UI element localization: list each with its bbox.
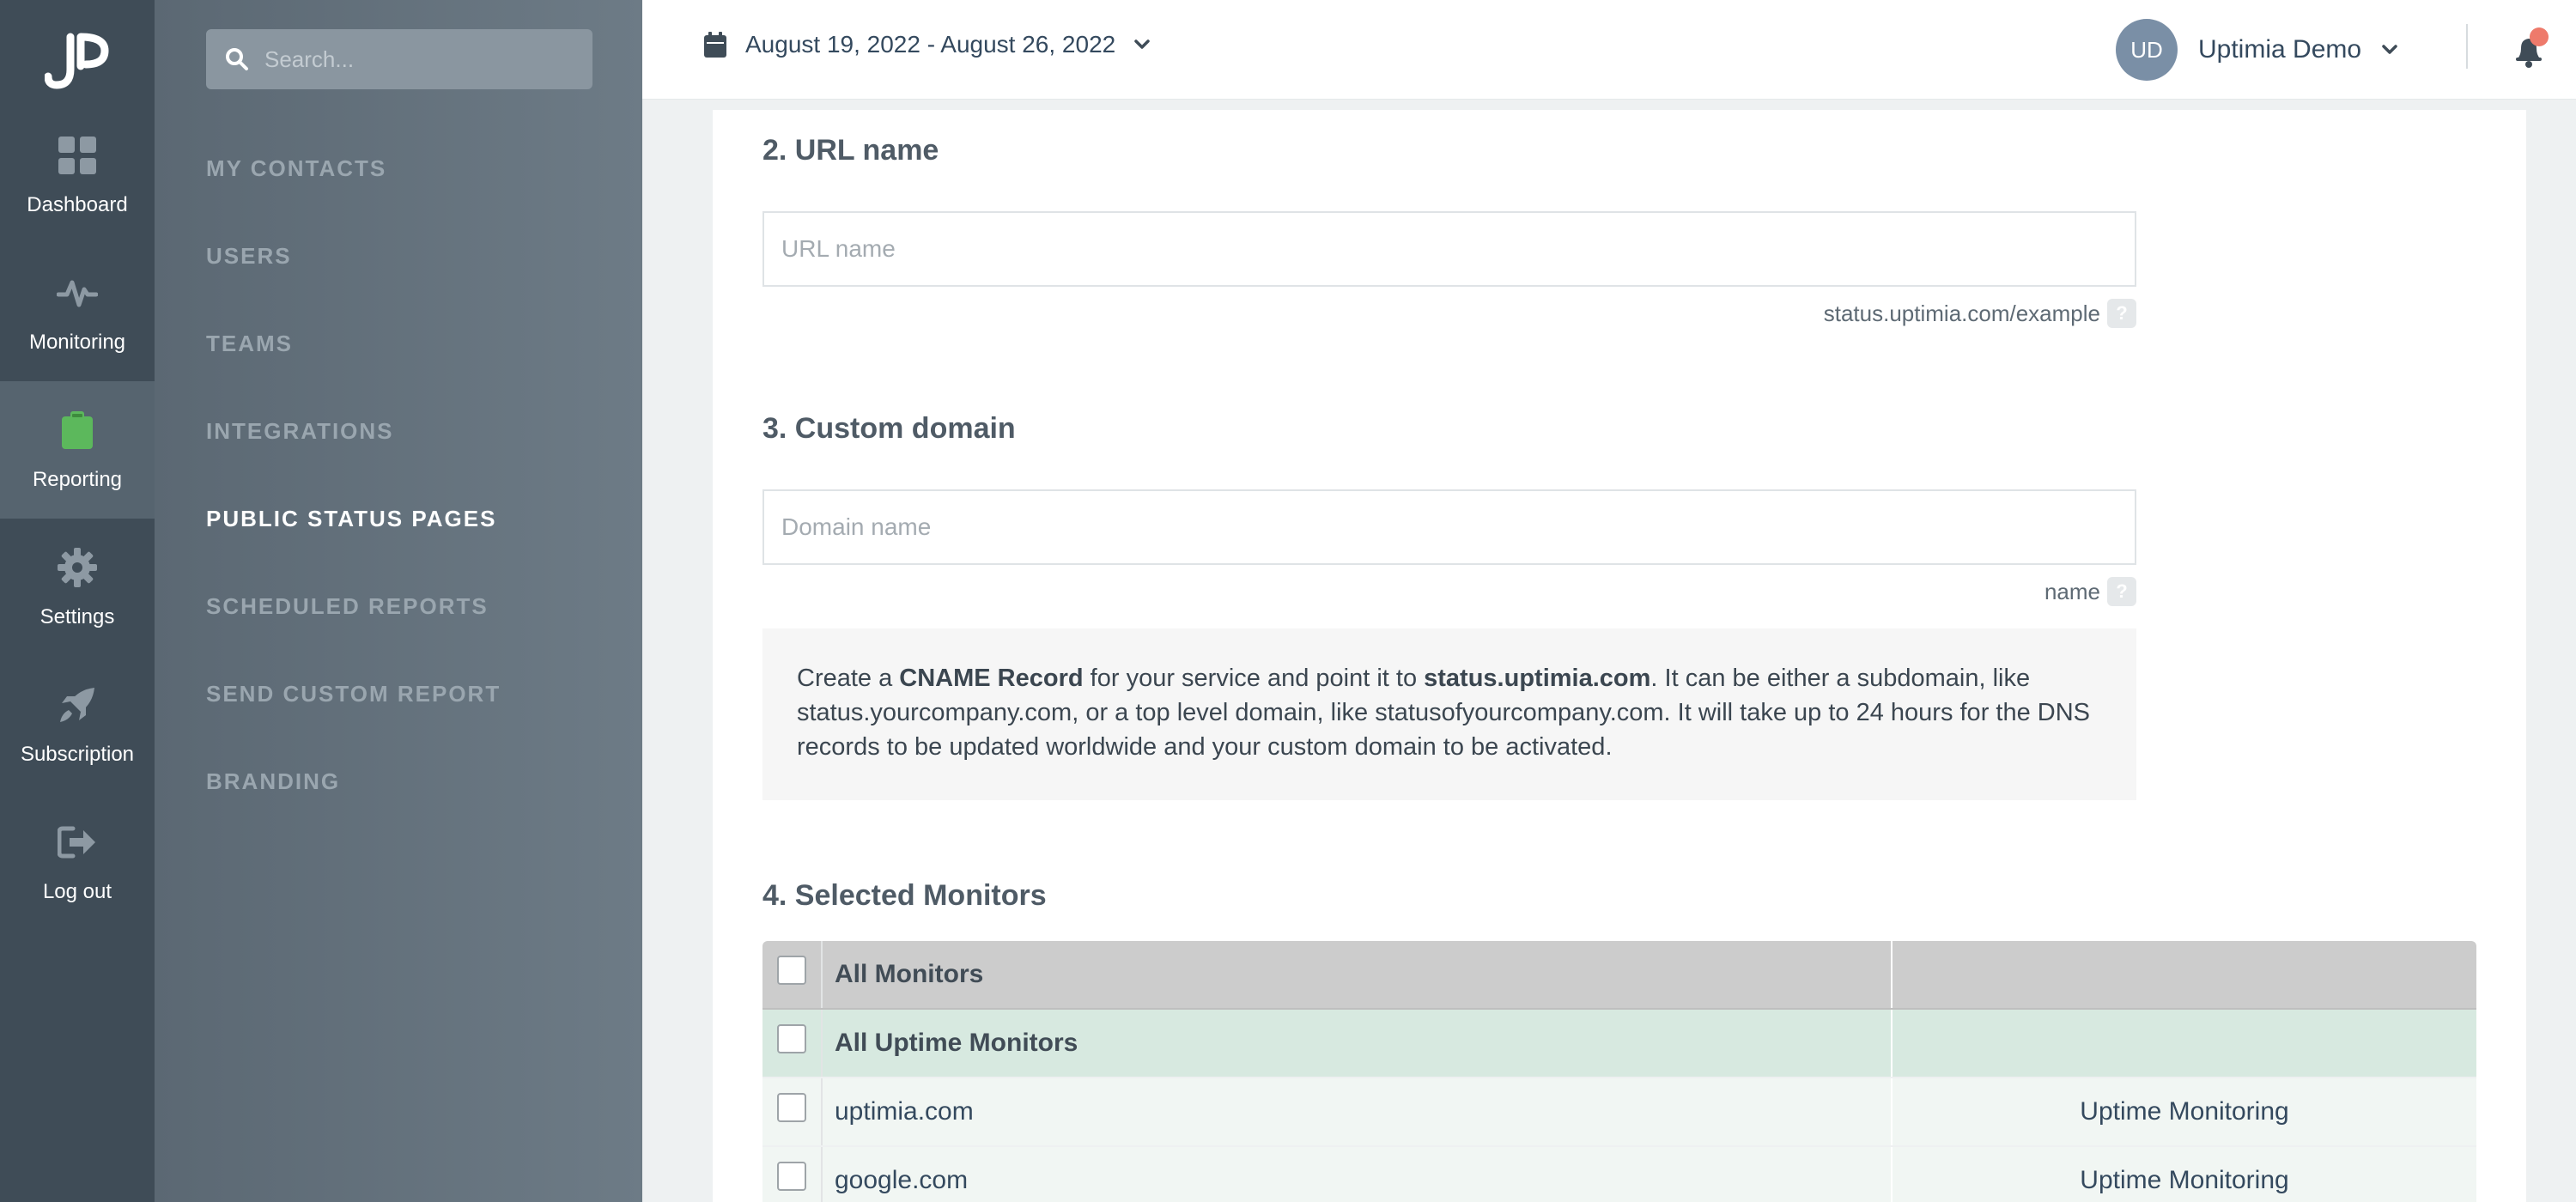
info-cname-record: CNAME Record — [899, 665, 1084, 692]
header-type-cell — [1893, 941, 2476, 1008]
rail-item-label: Log out — [42, 880, 112, 903]
help-icon[interactable]: ? — [2107, 299, 2136, 328]
submenu-item-scheduled-reports[interactable]: SCHEDULED REPORTS — [206, 593, 489, 620]
monitor-name-cell: google.com — [823, 1147, 1893, 1202]
clipboard-icon — [55, 408, 100, 452]
table-header-row: All Monitors — [762, 941, 2476, 1010]
rail-item-label: Reporting — [32, 468, 123, 491]
search-box[interactable] — [206, 29, 592, 89]
avatar: UD — [2116, 19, 2178, 81]
search-input[interactable] — [264, 46, 574, 73]
select-all-checkbox[interactable] — [777, 956, 806, 985]
url-hint-text: status.uptimia.com/example — [1823, 300, 2100, 326]
check-cell — [762, 1010, 823, 1077]
top-header: August 19, 2022 - August 26, 2022 UD Upt… — [642, 0, 2576, 100]
help-icon[interactable]: ? — [2107, 577, 2136, 606]
info-target-domain: status.uptimia.com — [1424, 665, 1651, 692]
submenu-item-public-status-pages[interactable]: PUBLIC STATUS PAGES — [206, 506, 496, 532]
date-range-text: August 19, 2022 - August 26, 2022 — [745, 31, 1116, 58]
rail-item-label: Dashboard — [27, 193, 128, 216]
domain-name-hint: name ? — [2044, 577, 2136, 606]
notifications-button[interactable] — [2506, 27, 2552, 74]
url-name-input[interactable] — [762, 211, 2136, 287]
select-group-checkbox[interactable] — [777, 1024, 806, 1053]
url-name-hint: status.uptimia.com/example ? — [1824, 299, 2136, 328]
table-group-row: All Uptime Monitors — [762, 1010, 2476, 1078]
calendar-icon — [704, 32, 726, 58]
submenu-item-teams[interactable]: TEAMS — [206, 331, 293, 357]
rail-item-label: Monitoring — [28, 331, 126, 354]
monitor-type-cell: Uptime Monitoring — [2080, 1166, 2289, 1194]
rail-item-logout[interactable]: Log out — [0, 793, 155, 931]
table-row: google.com Uptime Monitoring — [762, 1147, 2476, 1202]
rail-item-dashboard[interactable]: Dashboard — [0, 106, 155, 244]
group-name-cell: All Uptime Monitors — [823, 1010, 1893, 1077]
submenu-item-send-custom-report[interactable]: SEND CUSTOM REPORT — [206, 681, 501, 707]
rail-item-monitoring[interactable]: Monitoring — [0, 244, 155, 381]
gear-icon — [55, 545, 100, 590]
reporting-submenu: MY CONTACTS USERS TEAMS INTEGRATIONS PUB… — [155, 0, 642, 1202]
rail-item-label: Settings — [39, 605, 115, 628]
uptimia-logo[interactable] — [0, 24, 155, 100]
rocket-icon — [55, 683, 100, 727]
uptimia-logo-icon — [45, 33, 109, 89]
rail-item-settings[interactable]: Settings — [0, 519, 155, 656]
check-cell — [762, 1078, 823, 1145]
notification-badge — [2530, 27, 2549, 46]
section-title-selected-monitors: 4. Selected Monitors — [762, 879, 1047, 912]
user-name: Uptimia Demo — [2198, 35, 2362, 64]
status-page-form: 2. URL name status.uptimia.com/example ?… — [713, 110, 2526, 1202]
domain-name-input[interactable] — [762, 489, 2136, 565]
section-title-custom-domain: 3. Custom domain — [762, 412, 1016, 445]
cname-info-box: Create a CNAME Record for your service a… — [762, 628, 2136, 800]
row-checkbox[interactable] — [777, 1093, 806, 1122]
monitors-table: All Monitors All Uptime Monitors uptimia… — [762, 941, 2476, 1202]
submenu-item-users[interactable]: USERS — [206, 243, 292, 270]
chevron-down-icon — [2382, 45, 2397, 54]
table-row: uptimia.com Uptime Monitoring — [762, 1078, 2476, 1147]
rail-item-reporting[interactable]: Reporting — [0, 381, 155, 519]
logout-icon — [55, 820, 100, 865]
monitor-name-cell: uptimia.com — [823, 1078, 1893, 1145]
submenu-item-branding[interactable]: BRANDING — [206, 768, 340, 795]
rail-item-subscription[interactable]: Subscription — [0, 656, 155, 793]
row-checkbox[interactable] — [777, 1162, 806, 1191]
submenu-item-my-contacts[interactable]: MY CONTACTS — [206, 155, 386, 182]
icon-rail: Dashboard Monitoring Reporting Settings … — [0, 0, 155, 1202]
dashboard-grid-icon — [55, 133, 100, 178]
check-cell — [762, 941, 823, 1008]
group-type-cell — [1893, 1010, 2476, 1077]
pulse-icon — [55, 270, 100, 315]
search-icon — [226, 48, 248, 70]
info-text: Create a — [797, 665, 900, 692]
header-name-cell: All Monitors — [823, 941, 1893, 1008]
info-text: for your service and point it to — [1083, 665, 1425, 692]
check-cell — [762, 1147, 823, 1202]
section-title-url-name: 2. URL name — [762, 134, 939, 167]
rail-item-label: Subscription — [20, 743, 135, 766]
submenu-item-integrations[interactable]: INTEGRATIONS — [206, 418, 394, 445]
chevron-down-icon — [1134, 39, 1150, 49]
header-divider — [2466, 24, 2468, 69]
date-range-picker[interactable]: August 19, 2022 - August 26, 2022 — [704, 31, 1150, 58]
user-menu[interactable]: UD Uptimia Demo — [2116, 19, 2397, 81]
monitor-type-cell: Uptime Monitoring — [2080, 1097, 2289, 1126]
domain-hint-text: name — [2044, 578, 2100, 604]
